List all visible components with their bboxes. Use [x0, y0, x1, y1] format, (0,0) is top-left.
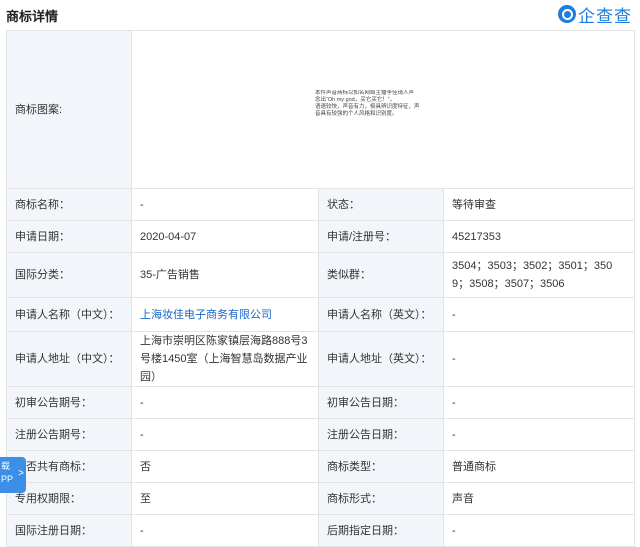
table-row: 是否共有商标： 否 商标类型： 普通商标: [6, 450, 636, 483]
table-row: 初审公告期号： - 初审公告日期： -: [6, 386, 636, 419]
trademark-image-text: 念出“Oh my god，买它买它！”，: [315, 96, 396, 103]
value-applicant-name-en: -: [442, 297, 636, 332]
trademark-image-box: 本件声音商标以知名网络主播李佳琦人声 念出“Oh my god，买它买它！”， …: [315, 90, 445, 128]
value-applicant-address-cn: 上海市崇明区陈家镇层海路888号3号楼1450室（上海智慧岛数据产业园）: [131, 331, 319, 387]
value-international-registration-date: -: [131, 514, 319, 547]
trademark-image: 本件声音商标以知名网络主播李佳琦人声 念出“Oh my god，买它买它！”， …: [130, 30, 636, 189]
header: 商标详情 企查查: [0, 0, 640, 30]
table-row: 商标名称： - 状态： 等待审查: [6, 188, 636, 221]
value-international-class: 35-广告销售: [131, 252, 319, 298]
trademark-image-text: 本件声音商标以知名网络主播李佳琦人声: [315, 89, 415, 96]
value-preliminary-issue: -: [131, 386, 319, 419]
label-later-designation-date: 后期指定日期：: [318, 514, 444, 547]
label-status: 状态：: [318, 188, 444, 221]
value-trademark-form: 声音: [442, 482, 636, 515]
table-row: 国际分类： 35-广告销售 类似群： 3504；3503；3502；3501；3…: [6, 252, 636, 298]
qichacha-logo[interactable]: 企查查: [558, 3, 632, 26]
table-row: 注册公告期号： - 注册公告日期： -: [6, 418, 636, 451]
table-row: 专用权期限： 至 商标形式： 声音: [6, 482, 636, 515]
label-applicant-address-en: 申请人地址（英文）：: [318, 331, 444, 387]
label-international-registration-date: 国际注册日期：: [6, 514, 132, 547]
download-app-tab[interactable]: 载 PP >: [0, 457, 26, 493]
value-trademark-name: -: [131, 188, 319, 221]
applicant-name-link[interactable]: 上海妆佳电子商务有限公司: [131, 297, 319, 332]
value-applicant-address-en: -: [442, 331, 636, 387]
value-shared-trademark: 否: [131, 450, 319, 483]
value-registration-date: -: [442, 418, 636, 451]
value-exclusive-period: 至: [131, 482, 319, 515]
value-trademark-type: 普通商标: [442, 450, 636, 483]
table-row: 申请人地址（中文）： 上海市崇明区陈家镇层海路888号3号楼1450室（上海智慧…: [6, 331, 636, 387]
value-application-date: 2020-04-07: [131, 220, 319, 253]
label-registration-issue: 注册公告期号：: [6, 418, 132, 451]
label-trademark-form: 商标形式：: [318, 482, 444, 515]
value-similar-groups: 3504；3503；3502；3501；3509；3508；3507；3506: [442, 252, 636, 298]
value-registration-issue: -: [131, 418, 319, 451]
value-later-designation-date: -: [442, 514, 636, 547]
label-preliminary-issue: 初审公告期号：: [6, 386, 132, 419]
label-applicant-name-en: 申请人名称（英文）：: [318, 297, 444, 332]
chevron-right-icon: >: [18, 468, 24, 479]
label-registration-number: 申请/注册号：: [318, 220, 444, 253]
logo-text: 企查查: [578, 6, 632, 26]
trademark-detail-table: 商标图案: 本件声音商标以知名网络主播李佳琦人声 念出“Oh my god，买它…: [6, 30, 636, 547]
page-title: 商标详情: [6, 9, 59, 24]
value-status: 等待审查: [442, 188, 636, 221]
label-trademark-image: 商标图案:: [6, 30, 132, 189]
label-similar-groups: 类似群：: [318, 252, 444, 298]
table-row: 申请日期： 2020-04-07 申请/注册号： 45217353: [6, 220, 636, 253]
label-trademark-type: 商标类型：: [318, 450, 444, 483]
label-trademark-name: 商标名称：: [6, 188, 132, 221]
table-row: 国际注册日期： - 后期指定日期： -: [6, 514, 636, 547]
label-applicant-name-cn: 申请人名称（中文）：: [6, 297, 132, 332]
value-preliminary-date: -: [442, 386, 636, 419]
label-registration-date: 注册公告日期：: [318, 418, 444, 451]
value-registration-number: 45217353: [442, 220, 636, 253]
trademark-image-row: 商标图案: 本件声音商标以知名网络主播李佳琦人声 念出“Oh my god，买它…: [6, 30, 636, 189]
table-row: 申请人名称（中文）： 上海妆佳电子商务有限公司 申请人名称（英文）： -: [6, 297, 636, 332]
trademark-image-text: 语速较快，声音有力，极具辨识度特征，声: [315, 103, 420, 110]
label-applicant-address-cn: 申请人地址（中文）：: [6, 331, 132, 387]
trademark-image-text: 音具有较强的个人风格和识别度。: [315, 110, 398, 117]
qichacha-logo-icon: [558, 5, 576, 23]
label-international-class: 国际分类：: [6, 252, 132, 298]
label-application-date: 申请日期：: [6, 220, 132, 253]
label-preliminary-date: 初审公告日期：: [318, 386, 444, 419]
